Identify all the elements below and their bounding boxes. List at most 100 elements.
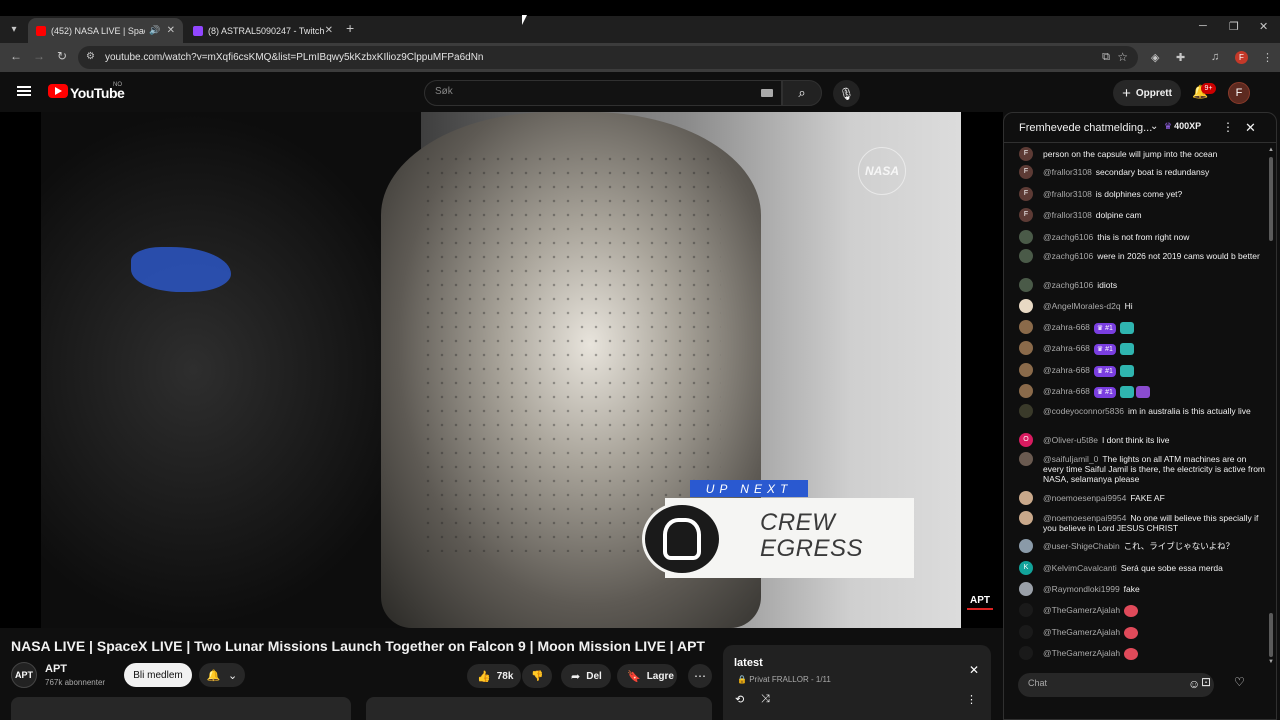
site-info-icon[interactable]: ⚙: [86, 51, 95, 62]
youtube-logo-icon[interactable]: [48, 84, 68, 98]
chat-author-avatar[interactable]: [1019, 278, 1033, 292]
like-button[interactable]: 👍 78k: [467, 664, 521, 688]
related-box[interactable]: [366, 697, 712, 720]
chat-message[interactable]: @zachg6106 were in 2026 not 2019 cams wou…: [1019, 249, 1265, 263]
chat-author-name[interactable]: @zahra-668: [1043, 322, 1090, 332]
shuffle-icon[interactable]: ⤨: [761, 693, 770, 706]
chat-author-name[interactable]: @zachg6106: [1043, 280, 1093, 290]
chat-message[interactable]: Fperson on the capsule will jump into th…: [1019, 147, 1265, 161]
search-button[interactable]: ⌕: [782, 80, 822, 106]
chat-author-avatar[interactable]: [1019, 341, 1033, 355]
new-tab-plus-icon[interactable]: +: [346, 20, 354, 36]
chat-message[interactable]: @noemoesenpai9954 No one will believe thi…: [1019, 511, 1265, 533]
chat-author-avatar[interactable]: [1019, 299, 1033, 313]
chat-message[interactable]: @TheGamerzAjalah: [1019, 625, 1265, 639]
playlist-close-icon[interactable]: ✕: [969, 663, 979, 677]
bookmark-star-icon[interactable]: ☆: [1117, 50, 1128, 64]
chat-author-name[interactable]: @saifuljamil_0: [1043, 454, 1098, 464]
chat-message[interactable]: O @Oliver-u5t8e I dont think its live: [1019, 433, 1265, 447]
save-button[interactable]: 🔖 Lagre: [617, 664, 677, 688]
chat-author-name[interactable]: @TheGamerzAjalah: [1043, 648, 1120, 658]
more-actions-button[interactable]: ⋯: [688, 664, 712, 688]
chat-author-name[interactable]: @KelvimCavalcanti: [1043, 563, 1117, 573]
chat-author-name[interactable]: @AngelMorales-d2q: [1043, 301, 1121, 311]
scrollbar-thumb[interactable]: [1269, 157, 1273, 241]
subscription-bell-button[interactable]: 🔔 ⌄: [199, 663, 245, 687]
dislike-button[interactable]: 👎: [522, 664, 552, 688]
search-input[interactable]: [435, 86, 745, 97]
chat-message-list[interactable]: Fperson on the capsule will jump into th…: [1004, 143, 1270, 667]
chat-message[interactable]: @AngelMorales-d2q Hi: [1019, 299, 1265, 313]
maximize-icon[interactable]: ❐: [1229, 20, 1239, 33]
menu-hamburger-icon[interactable]: [17, 86, 31, 96]
back-arrow-icon[interactable]: ←: [10, 49, 22, 63]
video-player[interactable]: NASA UP NEXT CREW EGRESS APT: [0, 112, 1003, 628]
share-button[interactable]: ➦ Del: [561, 664, 611, 688]
join-button[interactable]: Bli medlem: [124, 663, 192, 687]
playlist-title[interactable]: latest: [734, 657, 763, 669]
chat-author-name[interactable]: @TheGamerzAjalah: [1043, 605, 1120, 615]
chat-author-name[interactable]: @zahra-668: [1043, 343, 1090, 353]
chat-author-avatar[interactable]: [1019, 384, 1033, 398]
audio-playing-icon[interactable]: 🔊: [149, 25, 160, 36]
tab-close-icon[interactable]: ✕: [325, 25, 333, 36]
chat-message[interactable]: @zahra-668 ♛ #1: [1019, 384, 1265, 399]
scroll-down-icon[interactable]: ▼: [1268, 659, 1274, 665]
chat-author-avatar[interactable]: [1019, 539, 1033, 553]
loop-icon[interactable]: ⟲: [735, 693, 744, 706]
chat-message[interactable]: @codeyoconnor5836 im in australia is this…: [1019, 404, 1265, 418]
chat-message[interactable]: F @frallor3108 secondary boat is redundans…: [1019, 165, 1265, 179]
voice-search-button[interactable]: 🎙: [833, 80, 860, 107]
chat-author-avatar[interactable]: O: [1019, 433, 1033, 447]
chat-author-name[interactable]: @frallor3108: [1043, 210, 1092, 220]
chat-author-avatar[interactable]: [1019, 491, 1033, 505]
chat-message[interactable]: @TheGamerzAjalah: [1019, 646, 1265, 660]
create-button[interactable]: + Opprett: [1113, 80, 1181, 106]
chat-message[interactable]: @TheGamerzAjalah: [1019, 603, 1265, 617]
chat-author-avatar[interactable]: [1019, 646, 1033, 660]
tab-close-icon[interactable]: ✕: [167, 25, 175, 36]
chat-author-avatar[interactable]: F: [1019, 187, 1033, 201]
chat-author-avatar[interactable]: [1019, 625, 1033, 639]
chat-more-icon[interactable]: ⋮: [1222, 120, 1234, 134]
scroll-up-icon[interactable]: ▲: [1268, 147, 1274, 153]
chat-scrollbar[interactable]: ▲ ▼: [1268, 147, 1274, 667]
extension-icon[interactable]: ◈: [1151, 51, 1159, 64]
chat-author-avatar[interactable]: K: [1019, 561, 1033, 575]
chat-author-name[interactable]: @zahra-668: [1043, 365, 1090, 375]
chat-author-avatar[interactable]: [1019, 230, 1033, 244]
chat-message[interactable]: @Raymondloki1999 fake: [1019, 582, 1265, 596]
browser-profile-avatar[interactable]: F: [1235, 51, 1248, 64]
chat-message[interactable]: F @frallor3108 is dolphines come yet?: [1019, 187, 1265, 201]
chat-author-name[interactable]: @zachg6106: [1043, 251, 1093, 261]
chat-message[interactable]: @saifuljamil_0 The lights on all ATM mach…: [1019, 452, 1265, 484]
chat-author-avatar[interactable]: [1019, 582, 1033, 596]
chat-author-avatar[interactable]: [1019, 363, 1033, 377]
channel-avatar[interactable]: APT: [11, 662, 37, 688]
account-avatar[interactable]: F: [1228, 82, 1250, 104]
chat-author-avatar[interactable]: [1019, 320, 1033, 334]
chat-message[interactable]: @zachg6106 idiots: [1019, 278, 1265, 292]
tab-twitch[interactable]: (8) ASTRAL5090247 - Twitch ✕: [185, 18, 341, 43]
chat-author-avatar[interactable]: [1019, 511, 1033, 525]
chat-close-icon[interactable]: ✕: [1245, 120, 1256, 136]
chat-author-avatar[interactable]: F: [1019, 208, 1033, 222]
chat-message[interactable]: F @frallor3108 dolpine cam: [1019, 208, 1265, 222]
chat-author-avatar[interactable]: [1019, 452, 1033, 466]
chat-author-name[interactable]: @zahra-668: [1043, 386, 1090, 396]
chat-message[interactable]: @noemoesenpai9954 FAKE AF: [1019, 491, 1265, 505]
chat-message[interactable]: @zachg6106 this is not from right now: [1019, 230, 1265, 244]
chat-author-avatar[interactable]: F: [1019, 147, 1033, 161]
chat-message[interactable]: @user-ShigeChabin これ、ライブじゃないよね？: [1019, 539, 1265, 553]
chat-author-name[interactable]: @noemoesenpai9954: [1043, 493, 1126, 503]
chat-author-name[interactable]: @Raymondloki1999: [1043, 584, 1120, 594]
heart-icon[interactable]: ♡: [1234, 675, 1245, 689]
media-control-icon[interactable]: ♫: [1211, 51, 1219, 63]
scrollbar-thumb[interactable]: [1269, 613, 1273, 657]
install-app-icon[interactable]: ⧉: [1102, 51, 1110, 64]
puzzle-extensions-icon[interactable]: ✚: [1176, 51, 1185, 64]
tab-list-chevron-icon[interactable]: ▾: [5, 20, 23, 38]
chat-message[interactable]: K @KelvimCavalcanti Será que sobe essa mer…: [1019, 561, 1265, 575]
chat-input-box[interactable]: ☺: [1018, 673, 1214, 697]
minimize-icon[interactable]: ─: [1199, 20, 1207, 32]
